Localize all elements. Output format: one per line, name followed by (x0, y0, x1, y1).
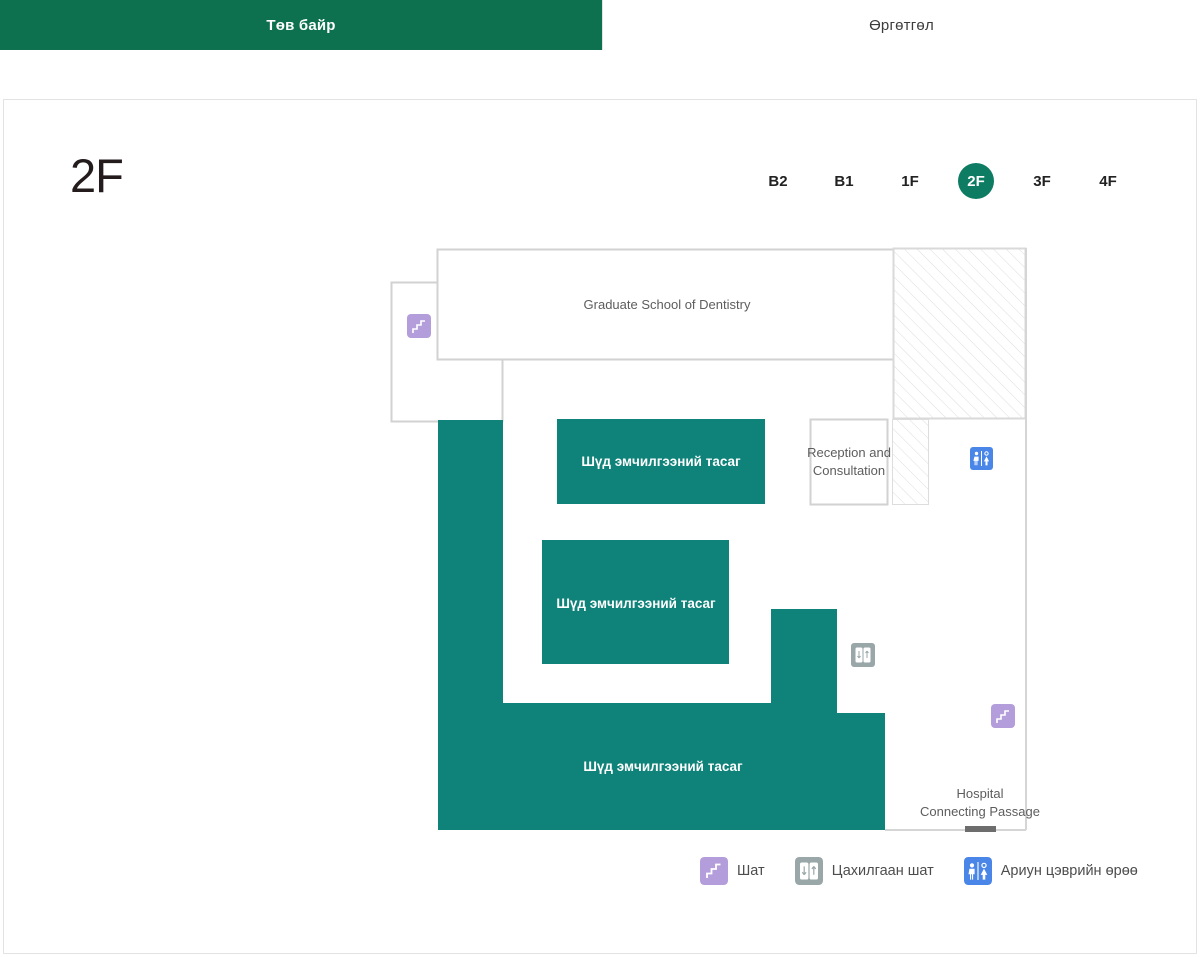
stairs-icon[interactable] (991, 704, 1015, 728)
legend-item-restroom: Ариун цэврийн өрөө (963, 857, 1138, 885)
tab-label: Өргөтгөл (869, 16, 934, 34)
legend-item-stairs: Шат (700, 857, 765, 885)
legend-label: Шат (737, 863, 765, 879)
floor-map-panel: 2F B2 B1 1F 2F 3F 4F Graduate School of … (3, 99, 1197, 954)
map-label-passage-line1: Hospital (957, 786, 1004, 801)
legend-label: Ариун цэврийн өрөө (1000, 863, 1138, 879)
map-label-passage-line2: Connecting Passage (920, 804, 1040, 819)
elevator-icon (794, 857, 823, 885)
tab-label: Төв байр (266, 16, 336, 34)
map-label-reception-line1: Reception and (807, 445, 891, 460)
map-door-marker (965, 826, 996, 832)
map-label-dental-dept-3: Шүд эмчилгээний тасаг (583, 759, 743, 774)
map-hatched-area-reception (892, 419, 929, 505)
map-legend: Шат Цахилгаан шат Ариун цэврийн өрөө (700, 857, 1168, 885)
map-room-reception (809, 418, 889, 506)
map-label-dental-dept-1: Шүд эмчилгээний тасаг (581, 454, 741, 469)
legend-item-elevator: Цахилгаан шат (794, 857, 934, 885)
map-label-graduate-school: Graduate School of Dentistry (584, 297, 751, 312)
stairs-icon[interactable] (407, 314, 431, 338)
map-hatched-area-top (892, 247, 1027, 420)
map-label-dental-dept-2: Шүд эмчилгээний тасаг (556, 596, 716, 611)
elevator-icon[interactable] (851, 643, 875, 667)
restroom-icon (963, 857, 992, 885)
tab-bar: Төв байр Өргөтгөл (0, 0, 1200, 50)
map-label-reception-line2: Consultation (813, 463, 885, 478)
restroom-icon[interactable] (970, 447, 993, 470)
stairs-icon (700, 857, 728, 885)
tab-tov-bair[interactable]: Төв байр (0, 0, 602, 50)
legend-label: Цахилгаан шат (831, 863, 934, 879)
floor-map[interactable]: Graduate School of Dentistry Шүд эмчилгэ… (4, 100, 1198, 955)
tab-orgotgol[interactable]: Өргөтгөл (602, 0, 1200, 50)
